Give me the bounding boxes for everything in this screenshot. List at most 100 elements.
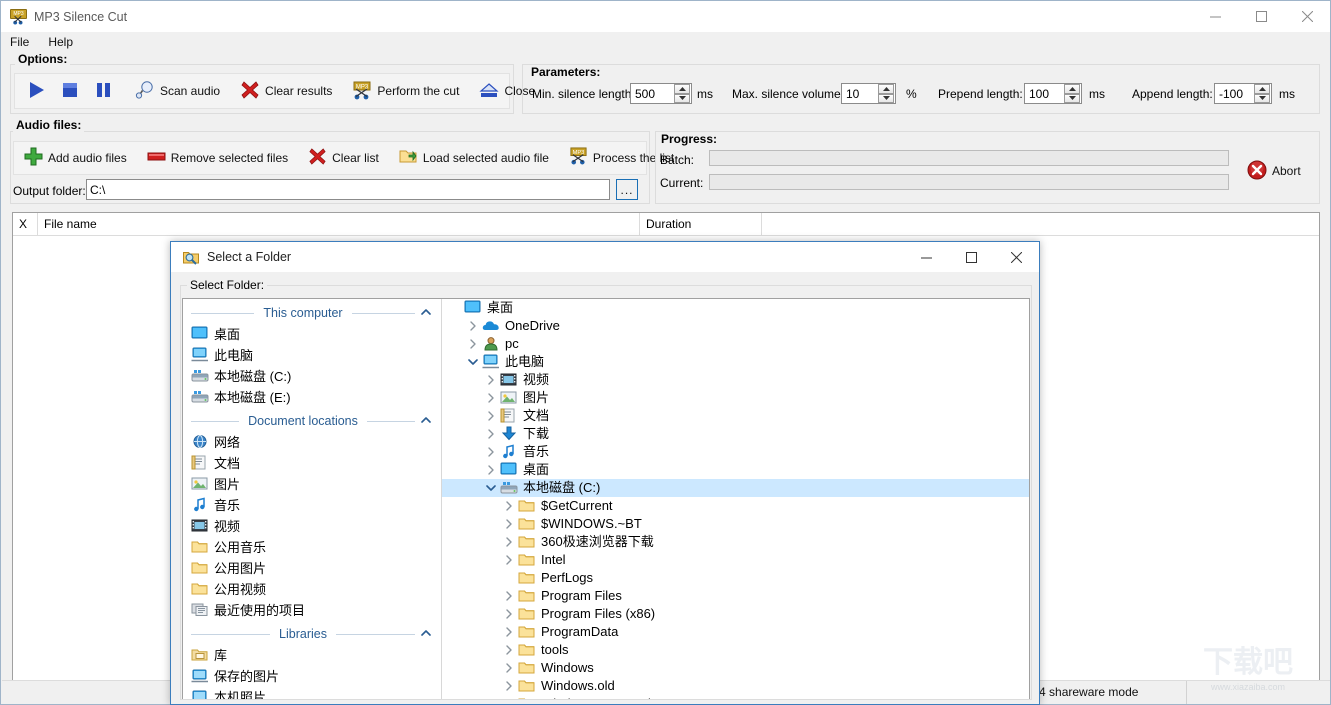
- chevron-right-icon[interactable]: [482, 371, 500, 389]
- chevron-right-icon[interactable]: [500, 587, 518, 605]
- abort-button[interactable]: Abort: [1241, 156, 1307, 186]
- play-button[interactable]: [19, 76, 53, 106]
- pause-button[interactable]: [87, 76, 121, 106]
- spin-up-icon[interactable]: [674, 84, 690, 94]
- places-item[interactable]: 公用音乐: [183, 536, 441, 557]
- folder-tree-item[interactable]: 本地磁盘 (C:): [442, 479, 1029, 497]
- folder-tree-item[interactable]: Program Files: [442, 587, 1029, 605]
- folder-tree-item[interactable]: tools: [442, 641, 1029, 659]
- places-section-header[interactable]: This computer: [183, 303, 441, 323]
- column-x[interactable]: X: [13, 213, 38, 235]
- clear-list-button[interactable]: Clear list: [302, 143, 385, 173]
- spin-up-icon[interactable]: [1254, 84, 1270, 94]
- places-item[interactable]: 图片: [183, 473, 441, 494]
- menu-file[interactable]: File: [10, 35, 38, 49]
- folder-tree-item[interactable]: Intel: [442, 551, 1029, 569]
- folder-tree-item[interactable]: 桌面: [442, 299, 1029, 317]
- chevron-down-icon[interactable]: [464, 353, 482, 371]
- minimize-icon[interactable]: [1192, 1, 1238, 32]
- chevron-right-icon[interactable]: [482, 407, 500, 425]
- browse-output-folder-button[interactable]: ...: [616, 179, 638, 200]
- output-folder-input[interactable]: C:\: [86, 179, 610, 200]
- folder-tree-item[interactable]: 音乐: [442, 443, 1029, 461]
- chevron-right-icon[interactable]: [500, 515, 518, 533]
- chevron-right-icon[interactable]: [482, 461, 500, 479]
- folder-tree-item[interactable]: 视频: [442, 371, 1029, 389]
- folder-tree-item[interactable]: Windows10Upgrade: [442, 695, 1029, 699]
- chevron-right-icon[interactable]: [464, 335, 482, 353]
- chevron-right-icon[interactable]: [500, 641, 518, 659]
- menu-help[interactable]: Help: [48, 35, 82, 49]
- places-item[interactable]: 库: [183, 644, 441, 665]
- clear-results-button[interactable]: Clear results: [234, 76, 338, 106]
- folder-tree-item[interactable]: OneDrive: [442, 317, 1029, 335]
- spin-up-icon[interactable]: [1064, 84, 1080, 94]
- places-item[interactable]: 网络: [183, 431, 441, 452]
- column-duration[interactable]: Duration: [640, 213, 762, 235]
- folder-tree-item[interactable]: Windows: [442, 659, 1029, 677]
- folder-tree-pane[interactable]: 桌面 OneDrive pc 此电脑 视频 图片 文档 下载 音乐 桌面 本地磁盘 (C:) $Get…: [442, 299, 1029, 699]
- chevron-up-icon[interactable]: [419, 306, 433, 320]
- folder-tree-item[interactable]: pc: [442, 335, 1029, 353]
- places-item[interactable]: 本机照片: [183, 686, 441, 699]
- folder-tree-item[interactable]: 此电脑: [442, 353, 1029, 371]
- maximize-icon[interactable]: [1238, 1, 1284, 32]
- load-selected-audio-file-button[interactable]: Load selected audio file: [393, 143, 555, 173]
- chevron-right-icon[interactable]: [500, 677, 518, 695]
- places-pane[interactable]: This computer 桌面 此电脑 本地磁盘 (C:) 本地磁盘 (E:) Docu…: [183, 299, 441, 699]
- min-silence-length-stepper[interactable]: [674, 84, 690, 103]
- folder-tree-item[interactable]: 图片: [442, 389, 1029, 407]
- folder-tree-item[interactable]: PerfLogs: [442, 569, 1029, 587]
- places-item[interactable]: 视频: [183, 515, 441, 536]
- chevron-up-icon[interactable]: [419, 414, 433, 428]
- places-item[interactable]: 公用视频: [183, 578, 441, 599]
- chevron-right-icon[interactable]: [482, 425, 500, 443]
- maximize-icon[interactable]: [949, 242, 994, 272]
- folder-tree-item[interactable]: 桌面: [442, 461, 1029, 479]
- places-item[interactable]: 音乐: [183, 494, 441, 515]
- places-item[interactable]: 本地磁盘 (C:): [183, 365, 441, 386]
- close-icon[interactable]: [1284, 1, 1330, 32]
- folder-tree-item[interactable]: $WINDOWS.~BT: [442, 515, 1029, 533]
- stop-button[interactable]: [53, 76, 87, 106]
- max-silence-volume-input[interactable]: 10: [841, 83, 896, 104]
- folder-tree-item[interactable]: Windows.old: [442, 677, 1029, 695]
- chevron-right-icon[interactable]: [500, 623, 518, 641]
- folder-tree-item[interactable]: 下载: [442, 425, 1029, 443]
- min-silence-length-input[interactable]: 500: [630, 83, 692, 104]
- chevron-right-icon[interactable]: [482, 443, 500, 461]
- remove-selected-files-button[interactable]: Remove selected files: [141, 143, 294, 173]
- append-length-input[interactable]: -100: [1214, 83, 1272, 104]
- folder-tree-item[interactable]: 文档: [442, 407, 1029, 425]
- close-icon[interactable]: [994, 242, 1039, 272]
- folder-tree-item[interactable]: Program Files (x86): [442, 605, 1029, 623]
- chevron-up-icon[interactable]: [419, 627, 433, 641]
- max-silence-volume-stepper[interactable]: [878, 84, 894, 103]
- scan-audio-button[interactable]: Scan audio: [129, 76, 226, 106]
- chevron-down-icon[interactable]: [482, 479, 500, 497]
- add-audio-files-button[interactable]: Add audio files: [18, 143, 133, 173]
- spin-down-icon[interactable]: [674, 93, 690, 103]
- folder-tree-item[interactable]: ProgramData: [442, 623, 1029, 641]
- prepend-length-stepper[interactable]: [1064, 84, 1080, 103]
- chevron-right-icon[interactable]: [500, 695, 518, 699]
- chevron-right-icon[interactable]: [500, 497, 518, 515]
- places-item[interactable]: 本地磁盘 (E:): [183, 386, 441, 407]
- chevron-right-icon[interactable]: [482, 389, 500, 407]
- folder-tree-item[interactable]: $GetCurrent: [442, 497, 1029, 515]
- places-item[interactable]: 文档: [183, 452, 441, 473]
- folder-tree-item[interactable]: 360极速浏览器下载: [442, 533, 1029, 551]
- minimize-icon[interactable]: [904, 242, 949, 272]
- chevron-right-icon[interactable]: [500, 551, 518, 569]
- column-file-name[interactable]: File name: [38, 213, 640, 235]
- places-item[interactable]: 最近使用的项目: [183, 599, 441, 620]
- append-length-stepper[interactable]: [1254, 84, 1270, 103]
- spin-up-icon[interactable]: [878, 84, 894, 94]
- spin-down-icon[interactable]: [1254, 93, 1270, 103]
- prepend-length-input[interactable]: 100: [1024, 83, 1082, 104]
- places-item[interactable]: 桌面: [183, 323, 441, 344]
- spin-down-icon[interactable]: [1064, 93, 1080, 103]
- places-item[interactable]: 公用图片: [183, 557, 441, 578]
- places-item[interactable]: 此电脑: [183, 344, 441, 365]
- perform-the-cut-button[interactable]: MP3 Perform the cut: [346, 76, 465, 106]
